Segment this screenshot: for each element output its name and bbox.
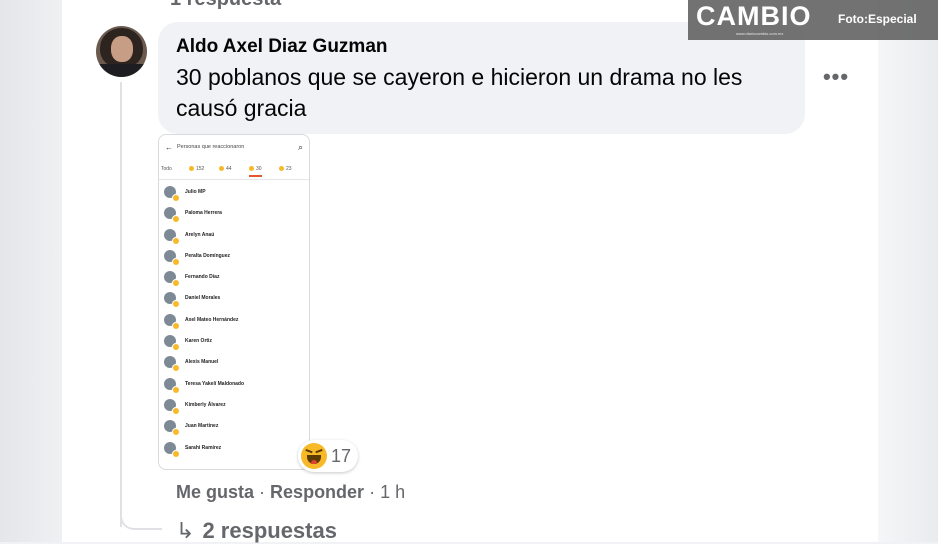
haha-reaction-icon [172,194,180,202]
haha-reaction-icon [172,449,180,458]
reaction-icon [219,166,224,172]
haha-emoji-icon [301,443,327,469]
reaction-count: 17 [331,446,352,466]
person-name: Peralta Domínguez [185,252,231,259]
thread-connector [120,496,162,530]
haha-reaction-icon [172,385,180,394]
comment-text: 30 poblanos que se cayeron e hicieron un… [176,64,743,121]
comment-author[interactable]: Aldo Axel Diaz Guzman [176,36,388,58]
person-name: Fernando Díaz [185,274,220,281]
search-icon: ⌕ [297,142,303,152]
person-name: Arelyn Anaú [185,231,215,238]
tab-love: 44 [219,166,232,172]
person-name: Sarahi Ramírez [185,444,222,451]
person-name: Teresa Yakelí Maldonado [185,380,245,387]
list-item: Juan Martínez [159,417,309,438]
haha-reaction-icon [172,279,180,288]
haha-reaction-icon [172,428,180,437]
separator: · [259,482,266,502]
tab-all: Todo [161,166,172,172]
background-right [878,0,938,542]
list-item: Paloma Herrera [159,204,309,225]
person-name: Alexis Manuel [185,359,219,366]
haha-reaction-icon [172,300,180,309]
watermark-url: www.diariocambio.com.mx [736,31,784,36]
reply-button[interactable]: Responder [270,482,364,502]
list-item: Karen Ortiz [159,332,309,353]
tab-like: 152 [189,166,204,172]
person-name: Paloma Herrera [185,210,222,217]
list-item: Sarahi Ramírez [159,439,309,460]
haha-reaction-icon [172,257,180,266]
view-replies-link[interactable]: ↳ 2 respuestas [176,518,337,544]
haha-reaction-icon [172,364,180,373]
comment-timestamp[interactable]: 1 h [380,482,405,502]
list-item: Teresa Yakelí Maldonado [159,375,309,396]
list-item: Axel Mateo Hernández [159,311,309,332]
photo-credit: Foto:Especial [838,12,917,26]
back-arrow-icon: ← [165,143,173,152]
list-item: Alexis Manuel [159,353,309,374]
haha-reaction-icon [172,215,180,224]
previous-replies-link[interactable]: 1 respuesta [170,0,281,11]
like-button[interactable]: Me gusta [176,482,254,502]
haha-reaction-icon [172,406,180,415]
list-item: Arelyn Anaú [159,226,309,247]
watermark: CAMBIO www.diariocambio.com.mx Foto:Espe… [688,0,938,40]
reaction-icon [189,166,194,172]
list-item: Peralta Domínguez [159,247,309,268]
tab-wow: 23 [279,166,292,172]
person-name: Axel Mateo Hernández [185,316,239,323]
screenshot-title: Personas que reaccionaron [177,144,245,150]
separator: · [369,482,376,502]
haha-reaction-icon [172,236,180,245]
person-name: Julio MP [185,189,206,195]
screenshot-header: ← Personas que reaccionaron ⌕ [159,142,309,161]
person-name: Karen Ortiz [185,338,212,345]
screenshot-tabs: Todo 152 44 30 23 [159,165,309,180]
list-item: Daniel Morales [159,289,309,310]
comment-actions: Me gusta · Responder · 1 h [176,482,405,503]
people-list: Julio MP Paloma Herrera Arelyn Anaú Pera… [159,183,309,460]
replies-label: 2 respuestas [202,518,337,543]
cambio-logo: CAMBIO [696,1,812,31]
person-name: Juan Martínez [185,423,219,430]
reply-arrow-icon: ↳ [176,518,195,543]
haha-reaction-icon [172,343,180,352]
haha-reaction-icon [172,321,180,330]
haha-reaction-icon [249,166,254,172]
tab-haha: 30 [249,166,262,177]
person-name: Kimberly Álvarez [185,401,226,408]
more-options-icon[interactable]: ••• [822,66,850,92]
person-name: Daniel Morales [185,295,221,302]
reaction-summary[interactable]: 17 [298,440,358,472]
thread-line [120,82,122,527]
avatar[interactable] [96,26,147,77]
reaction-icon [279,166,284,172]
list-item: Fernando Díaz [159,268,309,289]
background-left [0,0,62,542]
list-item: Kimberly Álvarez [159,396,309,417]
attached-screenshot[interactable]: ← Personas que reaccionaron ⌕ Todo 152 4… [158,134,310,470]
list-item: Julio MP [159,183,309,204]
